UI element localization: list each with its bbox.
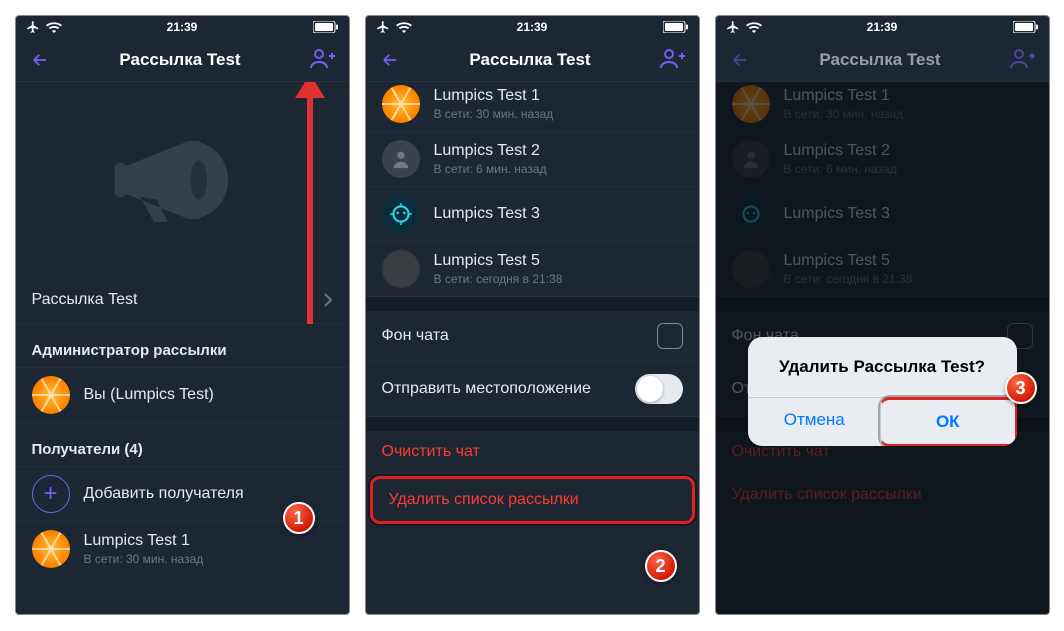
status-time: 21:39 (16, 20, 349, 34)
chat-background-label: Фон чата (382, 327, 657, 345)
broadcast-name-row[interactable]: Рассылка Test (16, 277, 349, 324)
chevron-right-icon (323, 292, 333, 308)
page-title: Рассылка Test (819, 50, 940, 70)
status-bar: 21:39 (366, 16, 699, 38)
header: Рассылка Test (16, 38, 349, 82)
add-icon: + (32, 475, 70, 513)
back-button[interactable] (28, 48, 52, 72)
megaphone-icon (112, 120, 252, 240)
avatar-orange-icon (382, 85, 420, 123)
back-button (728, 48, 752, 72)
header: Рассылка Test (716, 38, 1049, 82)
status-bar: 21:39 (16, 16, 349, 38)
recipient-row[interactable]: Lumpics Test 2 В сети: 6 мин. назад (366, 132, 699, 187)
status-time: 21:39 (366, 20, 699, 34)
avatar-cyan-icon (382, 195, 420, 233)
clear-chat-label: Очистить чат (382, 443, 683, 461)
phone-screen-3: 21:39 Рассылка Test + Добавить получател… (715, 15, 1050, 615)
recipient-name: Lumpics Test 1 (434, 87, 554, 105)
dialog-cancel-button[interactable]: Отмена (748, 398, 882, 446)
toggle-switch[interactable] (635, 374, 683, 404)
send-location-row[interactable]: Отправить местоположение (366, 362, 699, 417)
step-badge-1: 1 (283, 502, 315, 534)
add-person-button[interactable] (659, 48, 687, 72)
section-gap (366, 297, 699, 311)
recipient-name: Lumpics Test 3 (434, 205, 540, 223)
recipient-row[interactable]: Lumpics Test 1 В сети: 30 мин. назад (366, 82, 699, 132)
recipient-status: В сети: 6 мин. назад (434, 162, 547, 176)
avatar-orange-icon (32, 376, 70, 414)
avatar-blurred-icon (382, 250, 420, 288)
avatar-orange-icon (32, 530, 70, 568)
avatar-placeholder-icon (382, 140, 420, 178)
step-badge-2: 2 (645, 550, 677, 582)
dialog-title: Удалить Рассылка Test? (748, 337, 1017, 397)
chat-background-row[interactable]: Фон чата (366, 311, 699, 362)
page-title: Рассылка Test (469, 50, 590, 70)
recipient-status: В сети: 30 мин. назад (434, 107, 554, 121)
add-person-button[interactable] (309, 48, 337, 72)
add-recipient-label: Добавить получателя (84, 485, 244, 503)
send-location-label: Отправить местоположение (382, 380, 635, 398)
admin-section-header: Администратор рассылки (16, 324, 349, 368)
recipient-status: В сети: 30 мин. назад (84, 552, 204, 566)
status-time: 21:39 (716, 20, 1049, 34)
admin-name: Вы (Lumpics Test) (84, 386, 214, 404)
recipient-row[interactable]: Lumpics Test 3 (366, 187, 699, 242)
checkbox-icon[interactable] (657, 323, 683, 349)
arrow-up-annotation (307, 94, 313, 324)
back-button[interactable] (378, 48, 402, 72)
recipients-section-header: Получатели (4) (16, 423, 349, 467)
header: Рассылка Test (366, 38, 699, 82)
recipient-name: Lumpics Test 5 (434, 252, 563, 270)
recipient-row[interactable]: Lumpics Test 5 В сети: сегодня в 21:38 (366, 242, 699, 297)
content-pane: Рассылка Test Администратор рассылки Вы … (16, 82, 349, 614)
step-badge-3: 3 (1005, 372, 1037, 404)
page-title: Рассылка Test (119, 50, 240, 70)
phone-screen-1: 21:39 Рассылка Test Рассылка Test Админи… (15, 15, 350, 615)
section-gap (366, 417, 699, 431)
broadcast-name: Рассылка Test (32, 291, 323, 309)
delete-list-label: Удалить список рассылки (389, 491, 676, 509)
content-pane: + Добавить получателя Lumpics Test 1 В с… (716, 82, 1049, 614)
status-bar: 21:39 (716, 16, 1049, 38)
recipient-name: Lumpics Test 1 (84, 532, 204, 550)
add-person-button (1009, 48, 1037, 72)
clear-chat-row[interactable]: Очистить чат (366, 431, 699, 474)
delete-list-row[interactable]: Удалить список рассылки (370, 476, 695, 524)
recipient-status: В сети: сегодня в 21:38 (434, 272, 563, 286)
confirm-dialog: Удалить Рассылка Test? Отмена ОК (748, 337, 1017, 446)
admin-row[interactable]: Вы (Lumpics Test) (16, 368, 349, 423)
dialog-ok-button[interactable]: ОК (880, 397, 1017, 446)
content-pane: + Добавить получателя Lumpics Test 1 В с… (366, 82, 699, 614)
phone-screen-2: 21:39 Рассылка Test + Добавить получател… (365, 15, 700, 615)
broadcast-hero (16, 82, 349, 277)
recipient-name: Lumpics Test 2 (434, 142, 547, 160)
